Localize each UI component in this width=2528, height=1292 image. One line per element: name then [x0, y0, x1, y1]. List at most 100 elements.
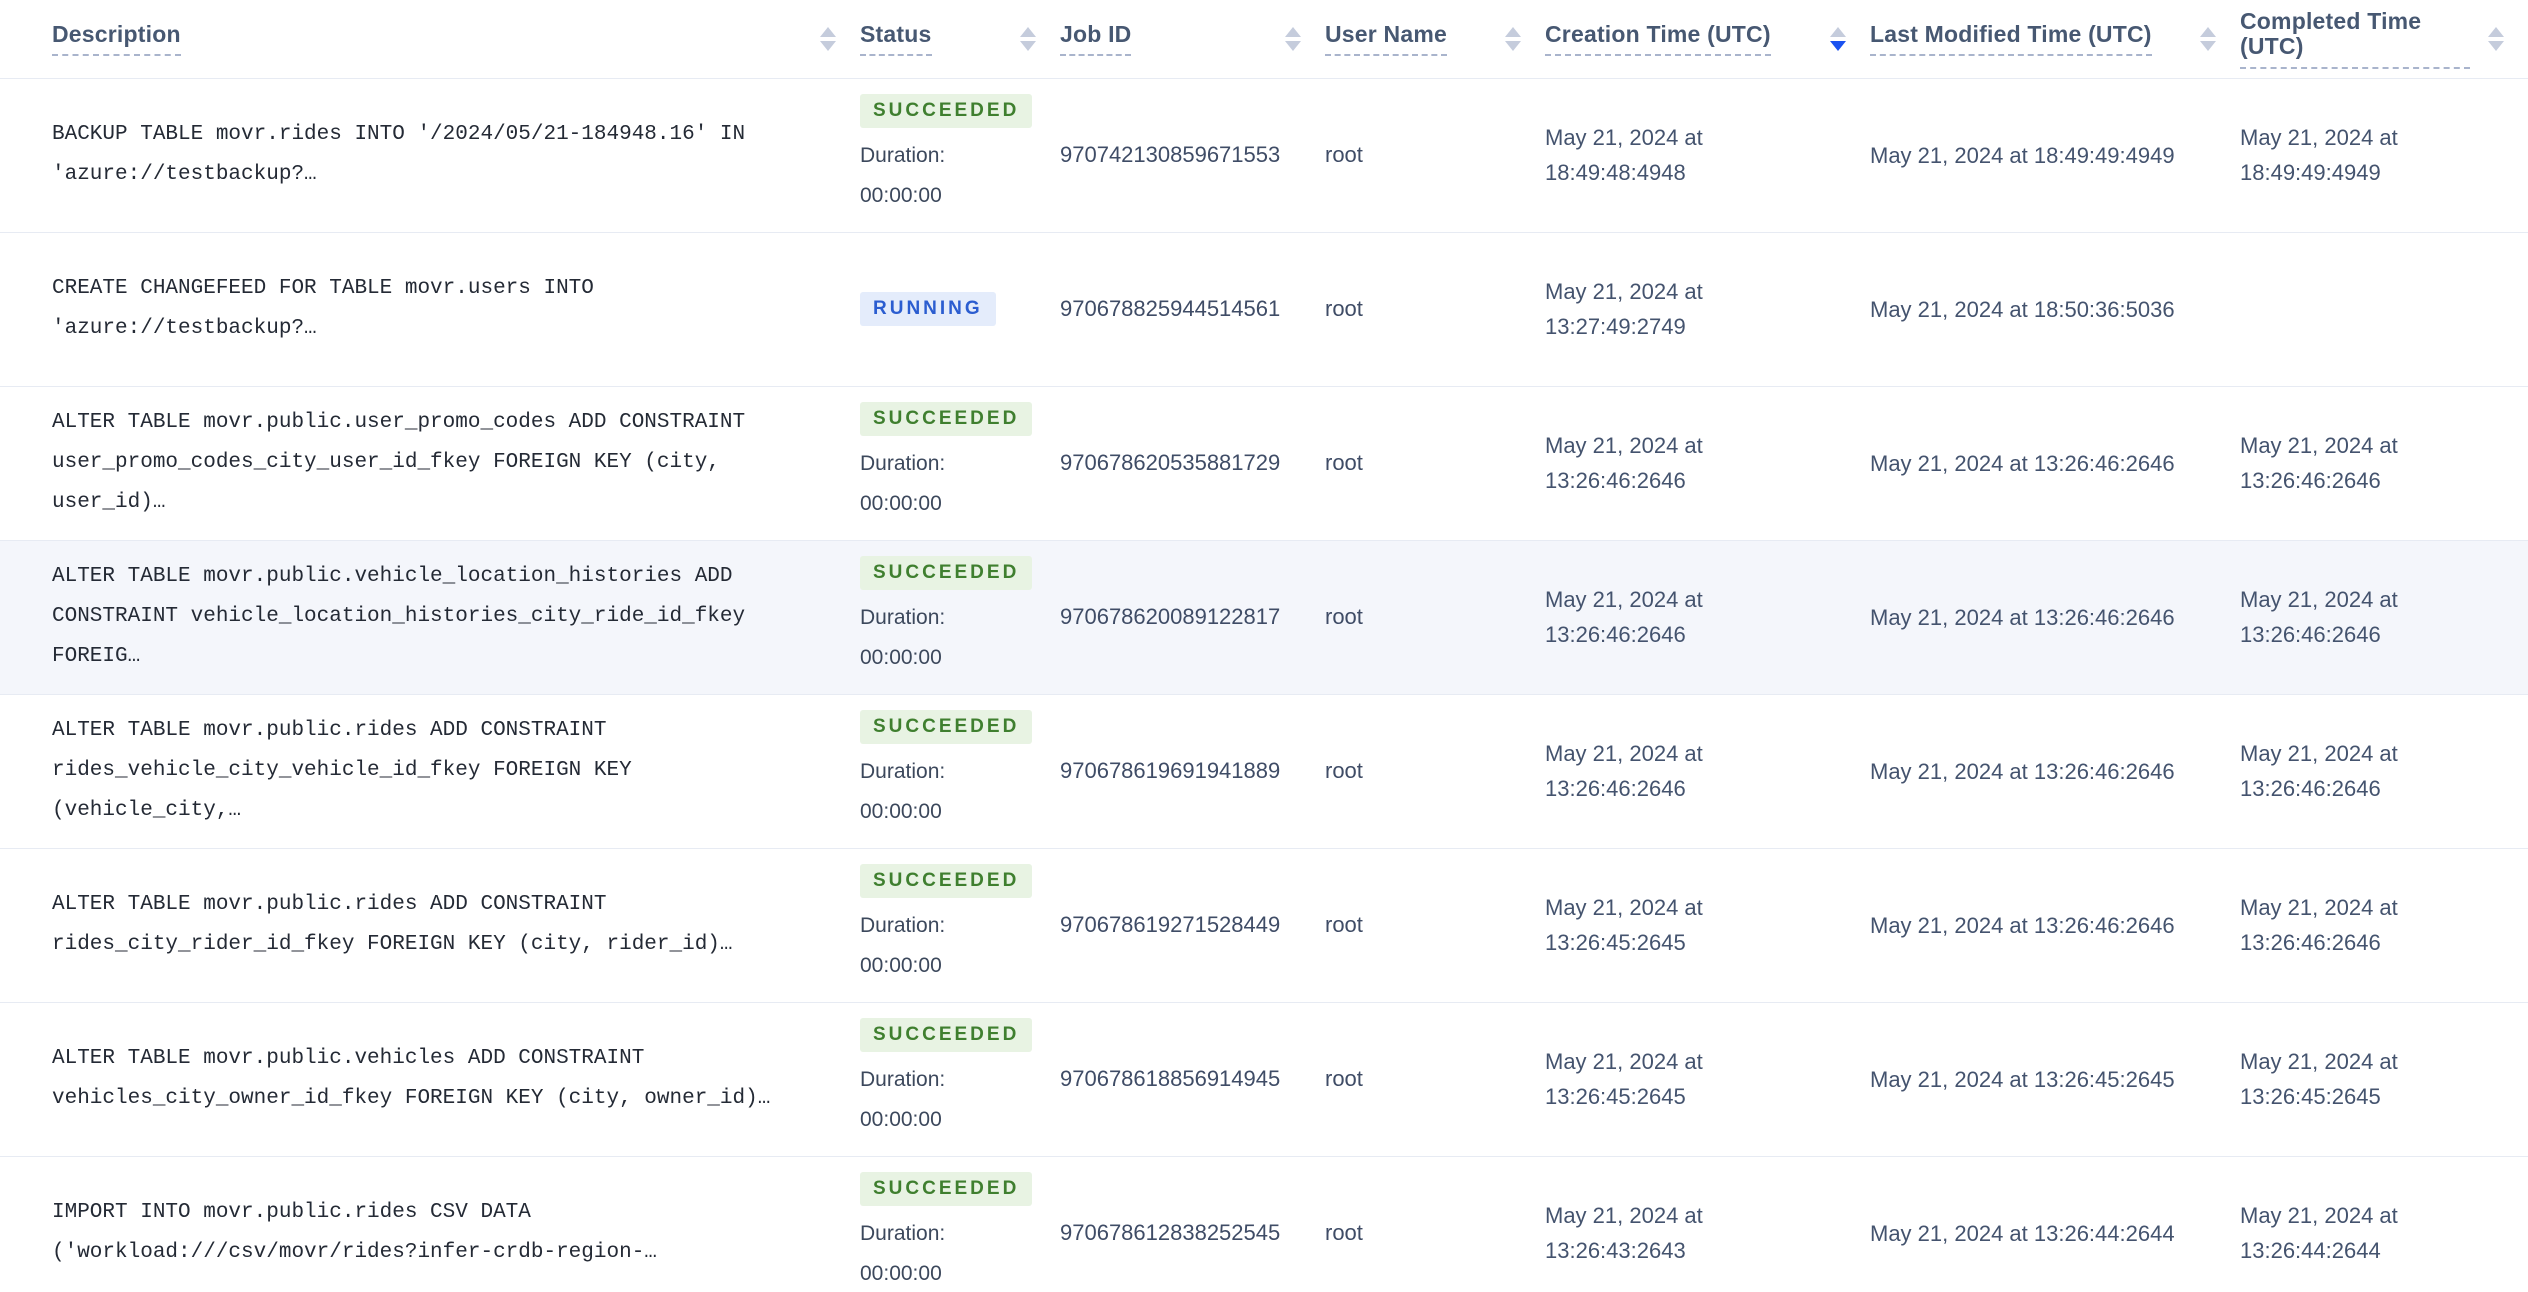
column-header-inner[interactable]: User Name: [1325, 21, 1521, 56]
description-cell[interactable]: ALTER TABLE movr.public.user_promo_codes…: [0, 386, 860, 541]
column-header-inner[interactable]: Completed Time (UTC): [2240, 8, 2504, 69]
jobs-table-header: Description Status Job ID User Name Creation…: [0, 0, 2528, 79]
creation-time-cell: May 21, 2024 at 13:27:49:2749: [1545, 232, 1870, 387]
column-header-label: User Name: [1325, 21, 1447, 56]
job-description[interactable]: ALTER TABLE movr.public.vehicle_location…: [52, 557, 830, 677]
job-id-value: 970678618856914945: [1060, 1066, 1281, 1091]
sort-descending-icon[interactable]: [2488, 40, 2504, 51]
description-cell[interactable]: ALTER TABLE movr.public.vehicle_location…: [0, 540, 860, 695]
creation-time-value: May 21, 2024 at 13:26:45:2645: [1545, 1049, 1703, 1109]
creation-time-value: May 21, 2024 at 13:26:46:2646: [1545, 433, 1703, 493]
last-modified-time-cell: May 21, 2024 at 13:26:46:2646: [1870, 848, 2240, 1003]
user-name-cell: root: [1325, 78, 1545, 233]
description-cell[interactable]: IMPORT INTO movr.public.rides CSV DATA (…: [0, 1156, 860, 1292]
job-id-cell: 970678825944514561: [1060, 232, 1325, 387]
job-id-value: 970678620535881729: [1060, 450, 1281, 475]
user-name-value: root: [1325, 142, 1363, 167]
job-description[interactable]: ALTER TABLE movr.public.vehicles ADD CON…: [52, 1039, 830, 1119]
status-cell: SUCCEEDED Duration: 00:00:00: [860, 694, 1060, 849]
column-header-last-modified-time-utc[interactable]: Last Modified Time (UTC): [1870, 0, 2240, 79]
column-header-label: Creation Time (UTC): [1545, 21, 1771, 56]
status-cell: SUCCEEDED Duration: 00:00:00: [860, 540, 1060, 695]
job-id-value: 970678619271528449: [1060, 912, 1281, 937]
sort-ascending-icon[interactable]: [1505, 26, 1521, 37]
completed-time-value: May 21, 2024 at 13:26:46:2646: [2240, 741, 2398, 801]
job-id-value: 970742130859671553: [1060, 142, 1281, 167]
column-header-job-id[interactable]: Job ID: [1060, 0, 1325, 79]
sort-arrows-icon[interactable]: [1505, 26, 1521, 51]
column-header-inner[interactable]: Creation Time (UTC): [1545, 21, 1846, 56]
creation-time-cell: May 21, 2024 at 13:26:43:2643: [1545, 1156, 1870, 1292]
completed-time-cell: [2240, 232, 2528, 387]
sort-descending-icon[interactable]: [1285, 40, 1301, 51]
jobs-table-body: BACKUP TABLE movr.rides INTO '/2024/05/2…: [0, 78, 2528, 1292]
sort-ascending-icon[interactable]: [2200, 26, 2216, 37]
job-description[interactable]: IMPORT INTO movr.public.rides CSV DATA (…: [52, 1193, 830, 1273]
table-row: ALTER TABLE movr.public.vehicles ADD CON…: [0, 1002, 2528, 1157]
description-cell[interactable]: ALTER TABLE movr.public.rides ADD CONSTR…: [0, 694, 860, 849]
sort-ascending-icon[interactable]: [2488, 26, 2504, 37]
column-header-inner[interactable]: Description: [52, 21, 836, 56]
sort-arrows-icon[interactable]: [1285, 26, 1301, 51]
completed-time-value: May 21, 2024 at 13:26:45:2645: [2240, 1049, 2398, 1109]
column-header-user-name[interactable]: User Name: [1325, 0, 1545, 79]
completed-time-cell: May 21, 2024 at 13:26:46:2646: [2240, 694, 2528, 849]
column-header-description[interactable]: Description: [0, 0, 860, 79]
duration-label: Duration:: [860, 759, 946, 783]
job-id-cell: 970678618856914945: [1060, 1002, 1325, 1157]
description-cell[interactable]: ALTER TABLE movr.public.rides ADD CONSTR…: [0, 848, 860, 1003]
column-header-status[interactable]: Status: [860, 0, 1060, 79]
sort-ascending-icon[interactable]: [1020, 26, 1036, 37]
table-row: BACKUP TABLE movr.rides INTO '/2024/05/2…: [0, 78, 2528, 233]
column-header-completed-time-utc[interactable]: Completed Time (UTC): [2240, 0, 2528, 79]
sort-descending-icon[interactable]: [2200, 40, 2216, 51]
completed-time-cell: May 21, 2024 at 18:49:49:4949: [2240, 78, 2528, 233]
user-name-cell: root: [1325, 694, 1545, 849]
last-modified-time-cell: May 21, 2024 at 13:26:46:2646: [1870, 694, 2240, 849]
job-description[interactable]: ALTER TABLE movr.public.rides ADD CONSTR…: [52, 711, 830, 831]
column-header-creation-time-utc[interactable]: Creation Time (UTC): [1545, 0, 1870, 79]
column-header-inner[interactable]: Job ID: [1060, 21, 1301, 56]
last-modified-time-value: May 21, 2024 at 13:26:46:2646: [1870, 912, 2175, 938]
job-description[interactable]: ALTER TABLE movr.public.rides ADD CONSTR…: [52, 885, 830, 965]
user-name-value: root: [1325, 604, 1363, 629]
status-cell: SUCCEEDED Duration: 00:00:00: [860, 1002, 1060, 1157]
job-description[interactable]: ALTER TABLE movr.public.user_promo_codes…: [52, 403, 830, 523]
completed-time-cell: May 21, 2024 at 13:26:44:2644: [2240, 1156, 2528, 1292]
last-modified-time-value: May 21, 2024 at 13:26:46:2646: [1870, 450, 2175, 476]
creation-time-cell: May 21, 2024 at 13:26:46:2646: [1545, 694, 1870, 849]
completed-time-value: May 21, 2024 at 13:26:46:2646: [2240, 433, 2398, 493]
completed-time-cell: May 21, 2024 at 13:26:46:2646: [2240, 386, 2528, 541]
duration-value: 00:00:00: [860, 1107, 942, 1131]
sort-ascending-icon[interactable]: [1830, 26, 1846, 37]
column-header-inner[interactable]: Status: [860, 21, 1036, 56]
sort-descending-icon[interactable]: [1830, 40, 1846, 51]
description-cell[interactable]: CREATE CHANGEFEED FOR TABLE movr.users I…: [0, 232, 860, 387]
status-badge: SUCCEEDED: [860, 94, 1033, 128]
last-modified-time-value: May 21, 2024 at 18:49:49:4949: [1870, 142, 2175, 168]
user-name-cell: root: [1325, 848, 1545, 1003]
creation-time-value: May 21, 2024 at 13:26:43:2643: [1545, 1203, 1703, 1263]
sort-arrows-icon[interactable]: [820, 26, 836, 51]
sort-ascending-icon[interactable]: [1285, 26, 1301, 37]
column-header-inner[interactable]: Last Modified Time (UTC): [1870, 21, 2216, 56]
duration-value: 00:00:00: [860, 491, 942, 515]
sort-arrows-icon[interactable]: [1020, 26, 1036, 51]
description-cell[interactable]: BACKUP TABLE movr.rides INTO '/2024/05/2…: [0, 78, 860, 233]
job-description[interactable]: BACKUP TABLE movr.rides INTO '/2024/05/2…: [52, 115, 830, 195]
sort-arrows-icon[interactable]: [2200, 26, 2216, 51]
description-cell[interactable]: ALTER TABLE movr.public.vehicles ADD CON…: [0, 1002, 860, 1157]
job-id-cell: 970678620535881729: [1060, 386, 1325, 541]
sort-descending-icon[interactable]: [1505, 40, 1521, 51]
completed-time-cell: May 21, 2024 at 13:26:45:2645: [2240, 1002, 2528, 1157]
last-modified-time-cell: May 21, 2024 at 13:26:44:2644: [1870, 1156, 2240, 1292]
sort-descending-icon[interactable]: [820, 40, 836, 51]
sort-arrows-icon[interactable]: [2488, 26, 2504, 51]
creation-time-value: May 21, 2024 at 13:26:45:2645: [1545, 895, 1703, 955]
user-name-cell: root: [1325, 232, 1545, 387]
sort-arrows-icon[interactable]: [1830, 26, 1846, 51]
sort-descending-icon[interactable]: [1020, 40, 1036, 51]
sort-ascending-icon[interactable]: [820, 26, 836, 37]
duration-value: 00:00:00: [860, 953, 942, 977]
job-description[interactable]: CREATE CHANGEFEED FOR TABLE movr.users I…: [52, 269, 830, 349]
